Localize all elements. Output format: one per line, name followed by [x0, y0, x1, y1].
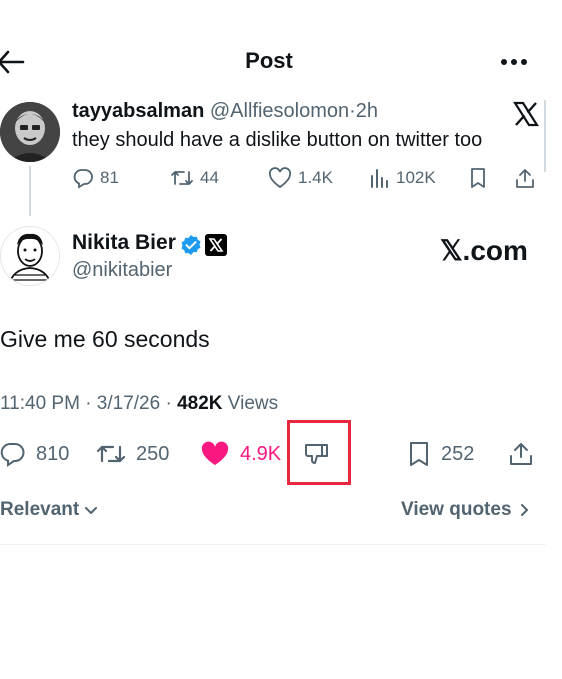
share-action[interactable]	[508, 440, 534, 468]
views-label: Views	[222, 393, 279, 414]
share-icon	[514, 167, 536, 189]
quote-border	[544, 100, 546, 172]
quoted-post-text: they should have a dislike button on twi…	[72, 129, 483, 151]
page-title: Post	[245, 48, 293, 73]
chevron-right-icon	[518, 502, 532, 518]
views-count: 102K	[396, 168, 436, 187]
like-action[interactable]: 4.9K	[200, 440, 281, 468]
quoted-handle[interactable]: @Allfiesolomon	[210, 100, 349, 122]
post-timestamp[interactable]: 11:40 PM · 3/17/26 ·	[0, 393, 177, 414]
x-logo-icon	[512, 100, 540, 128]
thread-line	[29, 166, 31, 216]
repost-action[interactable]: 44	[170, 166, 219, 190]
author-handle[interactable]: @nikitabier	[72, 259, 172, 282]
repost-count: 250	[136, 442, 170, 465]
avatar[interactable]	[0, 102, 60, 162]
reply-count: 81	[100, 168, 119, 187]
share-action[interactable]	[514, 166, 536, 190]
bookmark-icon	[468, 167, 488, 189]
author-display-name[interactable]: Nikita Bier	[72, 231, 176, 255]
view-quotes-label: View quotes	[401, 499, 512, 520]
repost-action[interactable]: 250	[96, 440, 169, 468]
views-count: 482K	[177, 393, 223, 414]
quoted-time[interactable]: 2h	[356, 100, 378, 122]
heart-icon	[268, 167, 292, 189]
sort-label: Relevant	[0, 499, 80, 520]
post-text: Give me 60 seconds	[0, 326, 210, 352]
reply-action[interactable]: 810	[0, 440, 69, 468]
avatar[interactable]	[0, 226, 60, 286]
x-affiliation-icon[interactable]	[205, 234, 227, 256]
brand-text: 𝕏.com	[440, 235, 528, 266]
repost-count: 44	[200, 168, 219, 187]
bookmark-count: 252	[441, 442, 475, 465]
repost-icon	[170, 167, 194, 189]
view-quotes-link[interactable]: View quotes	[401, 499, 532, 521]
dislike-highlight-box	[287, 420, 351, 485]
like-action[interactable]: 1.4K	[268, 166, 333, 190]
sort-dropdown[interactable]: Relevant	[0, 499, 99, 521]
post-meta: 11:40 PM · 3/17/26 · 482K Views	[0, 393, 278, 415]
reply-icon	[72, 167, 94, 189]
chevron-down-icon	[83, 502, 99, 518]
divider	[0, 544, 546, 545]
quoted-separator: ·	[349, 100, 356, 122]
reply-icon	[0, 441, 26, 467]
heart-filled-icon	[200, 441, 230, 467]
quoted-display-name[interactable]: tayyabsalman	[72, 100, 204, 122]
quoted-author-line: tayyabsalman @Allfiesolomon·2h	[72, 100, 378, 123]
like-count: 1.4K	[298, 168, 333, 187]
bookmark-action[interactable]	[468, 166, 488, 190]
bookmark-action[interactable]: 252	[407, 440, 474, 468]
share-icon	[508, 441, 534, 467]
reply-count: 810	[36, 442, 70, 465]
like-count: 4.9K	[240, 442, 282, 465]
views-action[interactable]: 102K	[368, 166, 436, 190]
reply-action[interactable]: 81	[72, 166, 119, 190]
more-options-icon[interactable]	[496, 52, 532, 72]
repost-icon	[96, 441, 126, 467]
verified-badge-icon[interactable]	[180, 234, 202, 256]
bookmark-icon	[407, 441, 431, 467]
views-chart-icon	[368, 167, 390, 189]
